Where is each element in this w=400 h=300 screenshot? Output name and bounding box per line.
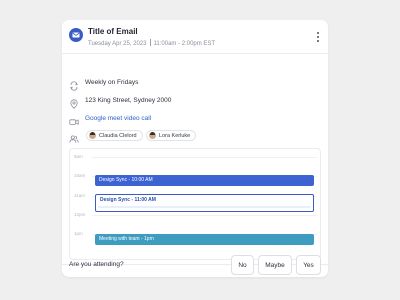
video-row: Google meet video call [62,112,328,126]
calendar-event[interactable]: Meeting with team - 1pm [95,234,314,245]
calendar-event-selected[interactable]: Design Sync - 11:00 AM [95,194,314,212]
attendee-name: Claudia Clelord [99,132,137,139]
users-icon [69,131,79,143]
time-label: 9am [74,154,83,159]
separator [149,39,151,46]
location-text: 123 King Street, Sydney 2000 [85,97,172,104]
rsvp-maybe-button[interactable]: Maybe [258,255,292,275]
time-label: 12pm [74,212,86,217]
hour-line [92,215,317,216]
attendee-name: Lora Kerluke [159,132,191,139]
attendee-chip[interactable]: Lora Kerluke [146,130,197,141]
calendar-event[interactable]: Design Sync - 10:00 AM [95,175,314,186]
email-datetime: Tuesday Apr 25, 2023 11:00am - 2:00pm EST [88,39,215,47]
email-date: Tuesday Apr 25, 2023 [88,41,147,47]
avatar [89,132,96,139]
recurrence-text: Weekly on Fridays [85,79,139,86]
more-vertical-icon[interactable] [316,32,320,42]
event-label: Design Sync - 11:00 AM [100,197,156,203]
map-pin-icon [69,96,79,109]
hour-line [92,157,317,158]
event-card: Title of Email Tuesday Apr 25, 2023 11:00… [62,20,328,277]
video-icon [69,114,79,125]
location-row: 123 King Street, Sydney 2000 [62,94,328,109]
email-title: Title of Email [88,27,138,36]
time-label: 10am [74,173,86,178]
attendees-row: Claudia Clelord Lora Kerluke [62,129,328,143]
repeat-icon [69,78,79,91]
meeting-link[interactable]: Google meet video call [85,115,151,122]
card-header: Title of Email Tuesday Apr 25, 2023 11:00… [62,20,328,52]
day-calendar: 9am 10am 11am 12pm 1pm Design Sync - 10:… [69,148,321,260]
attendee-chip[interactable]: Claudia Clelord [86,130,143,141]
email-time-range: 11:00am - 2:00pm EST [153,41,216,47]
mail-icon [69,28,83,42]
time-label: 1pm [74,231,83,236]
rsvp-question: Are you attending? [69,261,124,268]
event-stripe [98,206,311,208]
rsvp-yes-button[interactable]: Yes [296,255,321,275]
recurrence-row: Weekly on Fridays [62,76,328,91]
divider [62,53,328,54]
avatar [149,132,156,139]
time-label: 11am [74,193,85,198]
rsvp-no-button[interactable]: No [231,255,254,275]
